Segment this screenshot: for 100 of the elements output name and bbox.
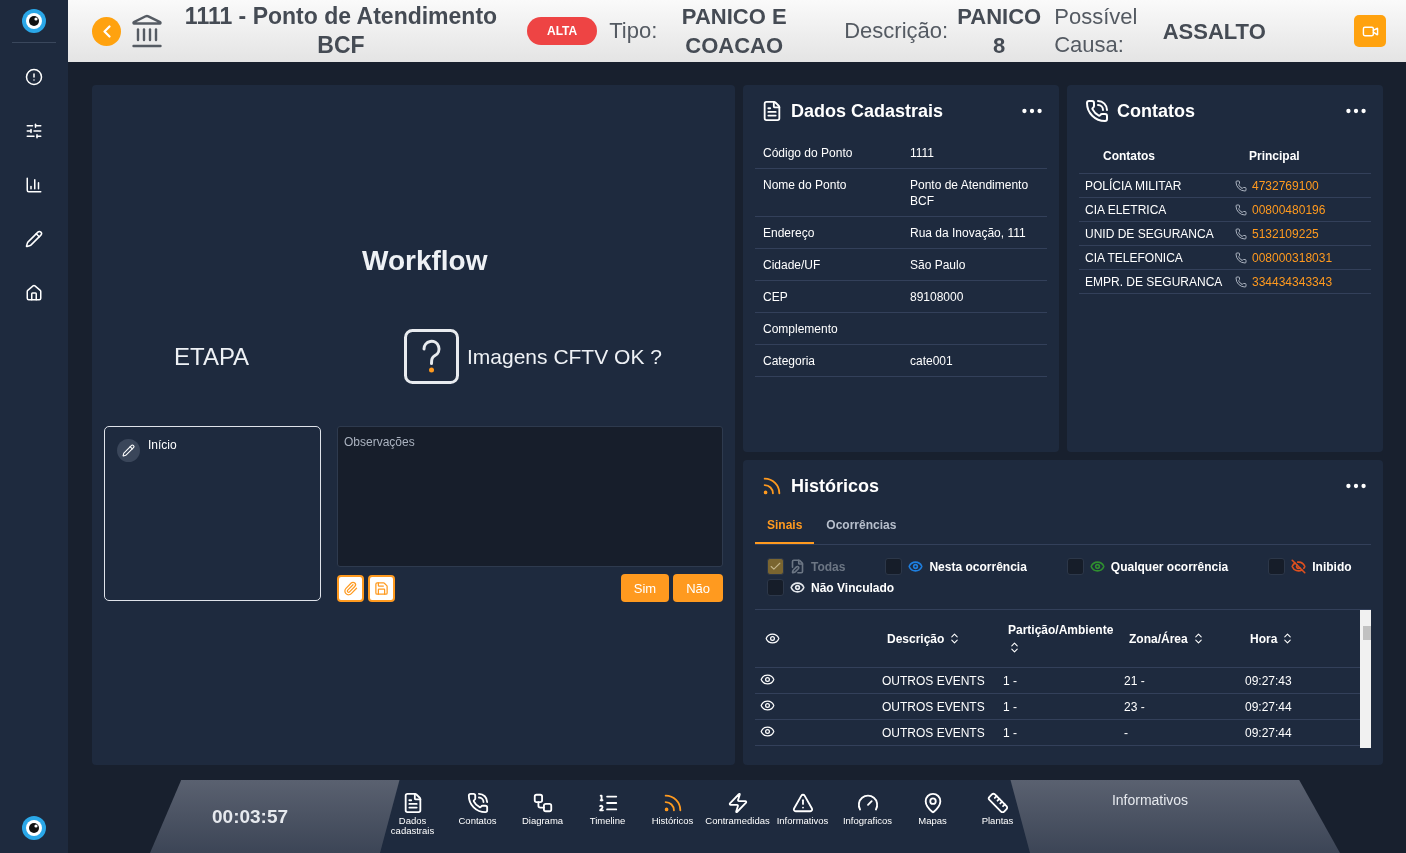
warning-icon bbox=[791, 792, 814, 814]
dock-item[interactable]: Dados cadastrais bbox=[380, 792, 445, 836]
chevron-left-icon bbox=[102, 24, 111, 38]
field-label: CEP bbox=[763, 289, 789, 305]
field-label: Possível Causa: bbox=[1054, 3, 1139, 59]
document-icon bbox=[761, 100, 783, 122]
field-value: Rua da Inovação, 111 bbox=[910, 225, 1027, 241]
save-button[interactable] bbox=[368, 574, 395, 602]
tab[interactable]: Ocorrências bbox=[814, 512, 909, 544]
table-cell-text: - bbox=[1123, 725, 1129, 740]
checkbox[interactable] bbox=[1066, 558, 1084, 575]
dock-item[interactable]: Históricos bbox=[640, 792, 705, 826]
table-cell-text: 1 - bbox=[1002, 673, 1018, 688]
field-label: Categoria bbox=[763, 353, 817, 369]
phone-icon bbox=[1235, 180, 1247, 192]
eye-logo-icon bbox=[21, 815, 47, 841]
table-cell-text: 09:27:43 bbox=[1244, 673, 1293, 688]
contact-name: UNID DE SEGURANCA bbox=[1085, 227, 1215, 241]
field-value: 89108000 bbox=[910, 289, 965, 305]
list-icon bbox=[596, 792, 619, 814]
check-icon bbox=[769, 560, 782, 573]
dock-item[interactable]: Mapas bbox=[900, 792, 965, 826]
panel-title: Dados Cadastrais bbox=[791, 100, 944, 122]
filter-label: Qualquer ocorrência bbox=[1110, 559, 1229, 574]
phone-link[interactable]: 00800480196 bbox=[1252, 203, 1326, 217]
checkbox[interactable] bbox=[767, 579, 784, 596]
table-cell-text: OUTROS EVENTS bbox=[881, 725, 986, 740]
filter-label: Inibido bbox=[1312, 559, 1352, 574]
checkbox[interactable] bbox=[1268, 558, 1286, 575]
table-cell-text: 09:27:44 bbox=[1244, 699, 1293, 714]
field-label: Cidade/UF bbox=[763, 257, 822, 273]
ruler-icon bbox=[986, 792, 1009, 814]
field-label: Descrição: bbox=[844, 17, 950, 45]
contact-name: CIA TELEFONICA bbox=[1085, 251, 1184, 265]
dock-item[interactable]: Plantas bbox=[965, 792, 1030, 826]
filter-label: Nesta ocorrência bbox=[929, 559, 1027, 574]
filter-label: Não Vinculado bbox=[811, 580, 895, 595]
phone-icon bbox=[1235, 276, 1247, 288]
tab[interactable]: Sinais bbox=[755, 512, 815, 544]
table-cell-text: 21 - bbox=[1123, 673, 1146, 688]
eye-icon[interactable] bbox=[760, 723, 775, 739]
checkbox[interactable] bbox=[885, 558, 903, 575]
field-value: ASSALTO bbox=[1161, 17, 1267, 46]
question-icon bbox=[404, 329, 459, 384]
field-value: São Paulo bbox=[910, 257, 967, 273]
table-cell-text: 23 - bbox=[1123, 699, 1146, 714]
eye-logo-icon bbox=[21, 8, 47, 34]
workflow-title: Workflow bbox=[362, 245, 489, 277]
paperclip-icon bbox=[343, 580, 358, 596]
field-value: PANICO 8 bbox=[956, 3, 1043, 60]
phone-link[interactable]: 4732769100 bbox=[1252, 179, 1319, 193]
panel-title: Históricos bbox=[791, 475, 880, 497]
phone-icon bbox=[466, 792, 489, 814]
page-title: 1111 - Ponto de Atendimento BCF bbox=[183, 2, 499, 60]
dock-item[interactable]: Informativos bbox=[770, 792, 835, 826]
field-value: PANICO E COACAO bbox=[680, 3, 788, 60]
field-label: Nome do Ponto bbox=[763, 177, 848, 194]
table-cell-text: 1 - bbox=[1002, 699, 1018, 714]
question-text: Imagens CFTV OK ? bbox=[467, 344, 662, 369]
step-card[interactable]: Início bbox=[104, 426, 321, 601]
column-header[interactable]: Partição/Ambiente bbox=[1008, 623, 1114, 637]
table-cell-text: OUTROS EVENTS bbox=[881, 699, 986, 714]
dock-item[interactable]: Timeline bbox=[575, 792, 640, 826]
phone-link[interactable]: 5132109225 bbox=[1252, 227, 1319, 241]
contact-name: CIA ELETRICA bbox=[1085, 203, 1168, 217]
column-header[interactable]: Descrição bbox=[887, 631, 945, 646]
bank-icon bbox=[129, 13, 165, 49]
phone-icon bbox=[1235, 204, 1247, 216]
field-value: Ponto de Atendimento BCF bbox=[910, 177, 1030, 209]
pencil-icon bbox=[117, 439, 140, 462]
dock-item[interactable]: Contramedidas bbox=[705, 792, 770, 826]
phone-icon bbox=[1085, 99, 1109, 123]
contact-name: EMPR. DE SEGURANCA bbox=[1085, 275, 1224, 289]
dock-item[interactable]: Diagrama bbox=[510, 792, 575, 826]
attach-button[interactable] bbox=[337, 574, 364, 602]
field-label: Endereço bbox=[763, 225, 816, 241]
phone-link[interactable]: 008000318031 bbox=[1252, 251, 1333, 265]
filter-label: Todas bbox=[811, 559, 846, 574]
scrollbar[interactable] bbox=[1360, 610, 1371, 748]
table-cell-text: 09:27:44 bbox=[1244, 725, 1293, 740]
sort-icon[interactable] bbox=[1008, 641, 1021, 654]
dock-item[interactable]: Infograficos bbox=[835, 792, 900, 826]
diagram-icon bbox=[531, 792, 554, 814]
eye-icon[interactable] bbox=[760, 697, 775, 713]
info-title: Informativos bbox=[1111, 792, 1189, 810]
dock-item[interactable]: Contatos bbox=[445, 792, 510, 826]
panel-title: Contatos bbox=[1117, 100, 1195, 122]
timer: 00:03:57 bbox=[212, 805, 289, 828]
notes-field[interactable]: Observações bbox=[337, 426, 723, 567]
field-value: cate001 bbox=[910, 353, 954, 369]
stage-label: ETAPA bbox=[174, 342, 251, 371]
column-header[interactable]: Hora bbox=[1250, 631, 1278, 646]
priority-badge: ALTA bbox=[527, 17, 598, 45]
eye-icon[interactable] bbox=[760, 671, 775, 687]
contact-name: POLÍCIA MILITAR bbox=[1085, 179, 1183, 193]
column-header[interactable]: Zona/Área bbox=[1129, 631, 1188, 646]
field-value: 1111 bbox=[910, 145, 936, 161]
field-label: Complemento bbox=[763, 321, 839, 337]
phone-link[interactable]: 334434343343 bbox=[1252, 275, 1333, 289]
step-label: Início bbox=[148, 438, 177, 452]
